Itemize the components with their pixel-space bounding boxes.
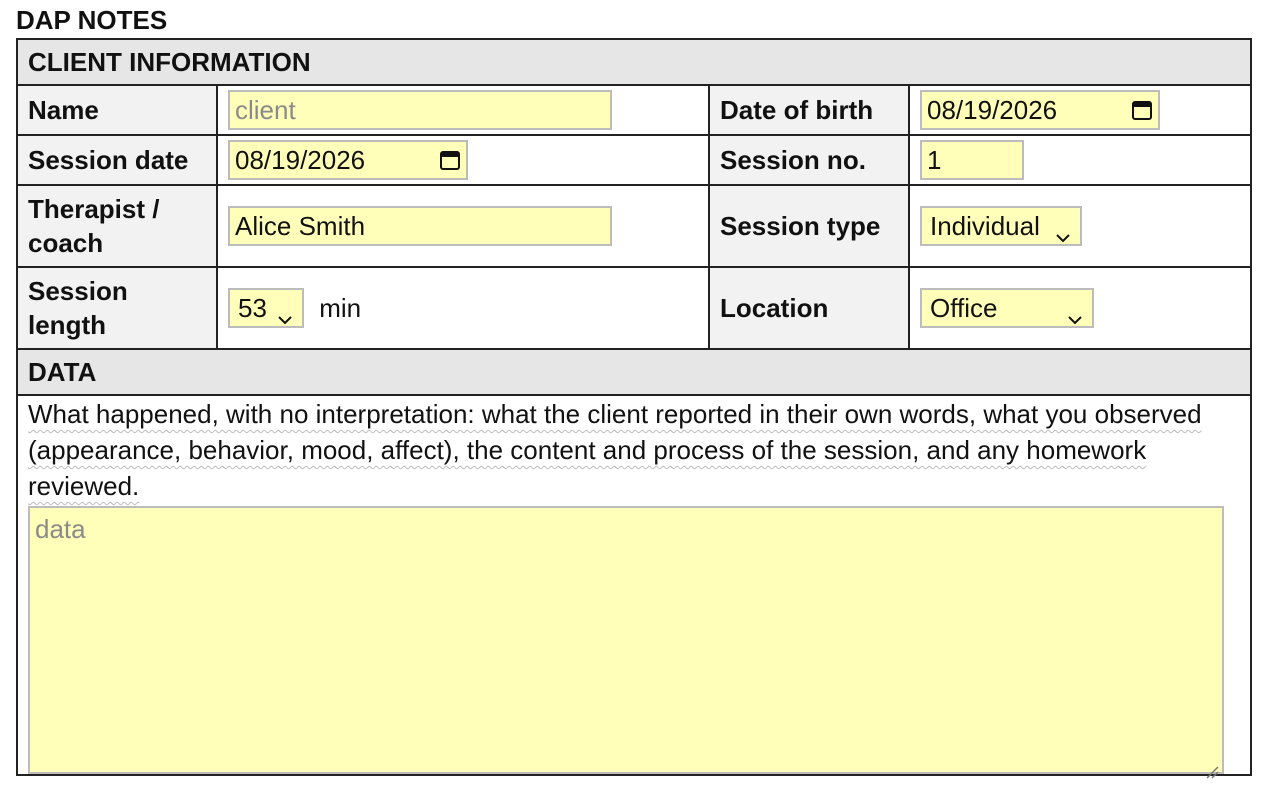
session-length-cell: 53 min [216,266,710,350]
calendar-icon[interactable] [1131,99,1153,121]
session-type-select[interactable]: Individual [920,206,1082,246]
dob-input[interactable]: 08/19/2026 [920,90,1160,130]
page-title: DAP NOTES [16,5,168,35]
data-cell: What happened, with no interpretation: w… [15,394,1253,779]
dap-form: CLIENT INFORMATION Name client Date of b… [15,38,1253,779]
session-no-cell: 1 [907,134,1253,186]
session-length-unit: min [319,292,362,323]
calendar-icon[interactable] [439,149,461,171]
dob-cell: 08/19/2026 [907,84,1253,136]
location-value: Office [930,292,998,323]
therapist-input[interactable]: Alice Smith [228,206,612,246]
therapist-label: Therapist / coach [16,184,218,268]
name-cell: client [216,84,710,136]
session-length-value: 53 [238,292,267,323]
location-select[interactable]: Office [920,288,1094,328]
session-date-label: Session date [16,134,218,186]
session-date-cell: 08/19/2026 [216,134,710,186]
location-label: Location [708,266,910,350]
chevron-down-icon [1066,302,1084,325]
dob-value: 08/19/2026 [927,94,1058,125]
session-length-select[interactable]: 53 [228,288,304,328]
session-date-input[interactable]: 08/19/2026 [228,140,468,180]
chevron-down-icon [1054,220,1072,243]
resize-grip-icon[interactable] [1205,755,1219,779]
session-no-input[interactable]: 1 [920,140,1024,180]
session-type-value: Individual [930,210,1040,241]
client-info-header: CLIENT INFORMATION [15,38,1253,86]
data-description: What happened, with no interpretation: w… [28,399,1202,501]
name-label: Name [16,84,218,136]
therapist-cell: Alice Smith [216,184,710,268]
session-date-value: 08/19/2026 [235,144,366,175]
data-textarea[interactable]: data [28,506,1224,779]
dob-label: Date of birth [708,84,910,136]
session-type-cell: Individual [907,184,1253,268]
data-section-header: DATA [15,348,1253,396]
location-cell: Office [907,266,1253,350]
data-placeholder: data [35,514,86,544]
session-no-label: Session no. [708,134,910,186]
name-input[interactable]: client [228,90,612,130]
session-length-label: Session length [16,266,218,350]
session-type-label: Session type [708,184,910,268]
chevron-down-icon [276,302,294,325]
